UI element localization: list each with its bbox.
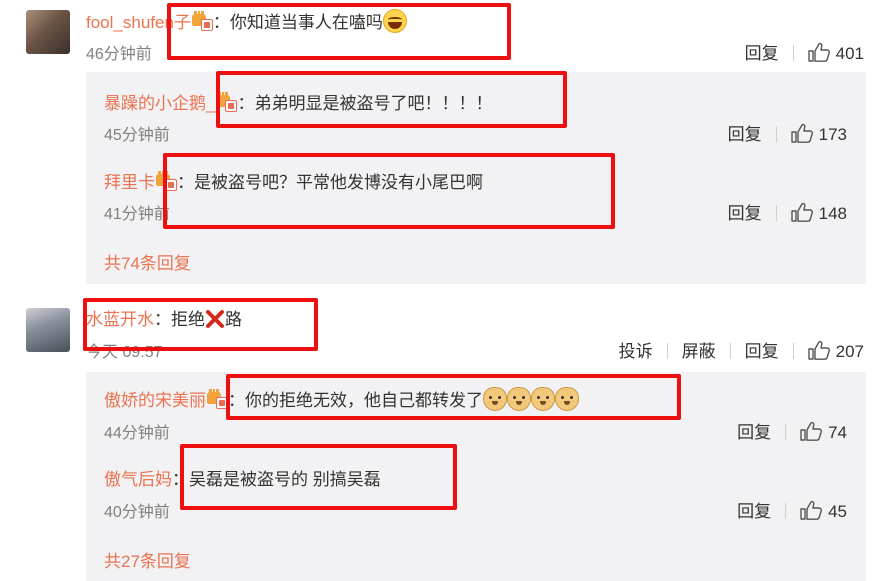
highlight-box: [83, 298, 318, 351]
comment-time: 46分钟前: [86, 46, 152, 63]
reply-button[interactable]: 回复: [745, 44, 779, 63]
thumbs-up-icon: [791, 202, 813, 222]
thumbs-up-icon: [800, 421, 822, 441]
divider: [775, 205, 777, 221]
like-button[interactable]: 148: [791, 204, 847, 223]
divider: [775, 126, 777, 142]
like-button[interactable]: 173: [791, 125, 847, 144]
divider: [729, 343, 731, 359]
thumbs-up-icon: [791, 123, 813, 143]
highlight-box: [167, 3, 511, 60]
block-button[interactable]: 屏蔽: [682, 342, 716, 361]
thumbs-up-icon: [800, 500, 822, 520]
reply-button[interactable]: 回复: [737, 423, 771, 442]
avatar[interactable]: [26, 10, 70, 54]
reply-actions: 回复 173: [728, 120, 847, 145]
divider: [792, 45, 794, 61]
reply-button[interactable]: 回复: [737, 502, 771, 521]
like-count: 401: [835, 44, 864, 63]
report-button[interactable]: 投诉: [619, 342, 653, 361]
highlight-box: [226, 374, 681, 420]
avatar[interactable]: [26, 308, 70, 352]
divider: [666, 343, 668, 359]
comment-actions: 回复 401: [745, 39, 864, 64]
divider: [785, 503, 787, 519]
comment-actions: 投诉 屏蔽 回复 207: [619, 337, 864, 362]
reply-button[interactable]: 回复: [728, 204, 762, 223]
divider: [792, 343, 794, 359]
highlight-box: [180, 444, 457, 510]
username-link[interactable]: 傲气后妈: [104, 470, 172, 489]
like-button[interactable]: 45: [800, 502, 847, 521]
username-link[interactable]: 暴躁的小企鹅_: [104, 94, 215, 113]
reply-actions: 回复 148: [728, 199, 847, 224]
reply-button[interactable]: 回复: [728, 125, 762, 144]
reply-time: 41分钟前: [104, 206, 170, 223]
reply-button[interactable]: 回复: [745, 342, 779, 361]
like-button[interactable]: 207: [808, 342, 864, 361]
divider: [785, 424, 787, 440]
vip-crown-icon: [206, 389, 228, 410]
more-replies-link[interactable]: 共27条回复: [104, 547, 191, 572]
like-count: 45: [828, 502, 847, 521]
like-count: 148: [818, 204, 847, 223]
highlight-box: [216, 71, 567, 128]
like-button[interactable]: 74: [800, 423, 847, 442]
thumbs-up-icon: [808, 340, 830, 360]
like-count: 74: [828, 423, 847, 442]
highlight-box: [163, 153, 615, 229]
reply-time: 45分钟前: [104, 127, 170, 144]
reply-actions: 回复 45: [737, 497, 847, 522]
reply-actions: 回复 74: [737, 418, 847, 443]
more-replies-link[interactable]: 共74条回复: [104, 249, 191, 274]
like-button[interactable]: 401: [808, 44, 864, 63]
like-count: 207: [835, 342, 864, 361]
reply-time: 40分钟前: [104, 504, 170, 521]
like-count: 173: [818, 125, 847, 144]
reply-time: 44分钟前: [104, 425, 170, 442]
thumbs-up-icon: [808, 42, 830, 62]
username-link[interactable]: 傲娇的宋美丽: [104, 391, 206, 410]
username-link[interactable]: 拜里卡: [104, 173, 155, 192]
